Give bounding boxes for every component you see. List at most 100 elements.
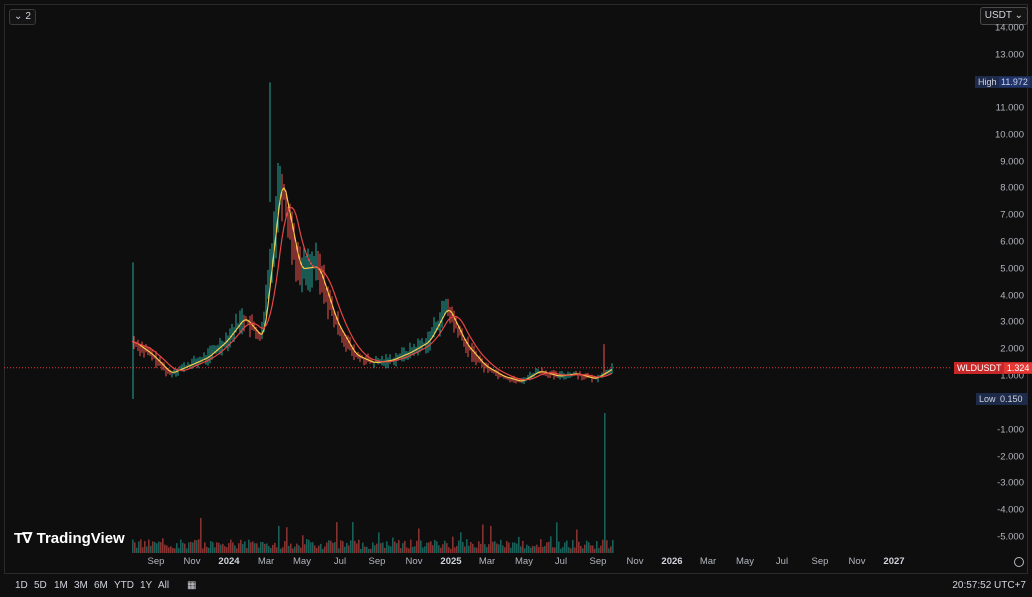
volume-bar (582, 548, 584, 553)
volume-bar (468, 545, 470, 553)
volume-bar (336, 522, 338, 553)
volume-bar (592, 545, 594, 553)
volume-bar (274, 542, 276, 553)
price-tick: -5.000 (997, 531, 1024, 543)
volume-bar (190, 541, 192, 553)
volume-bar (344, 546, 346, 553)
volume-bar (590, 545, 592, 553)
price-tick: 14.000 (994, 22, 1024, 34)
range-button-1y[interactable]: 1Y (140, 580, 152, 591)
range-button-ytd[interactable]: YTD (114, 580, 134, 591)
volume-bar (474, 547, 476, 553)
time-tick: 2027 (883, 556, 905, 567)
price-tick: 3.000 (1000, 316, 1024, 328)
volume-bar (482, 524, 484, 553)
volume-bar (346, 542, 348, 553)
calendar-icon[interactable]: ▦ (187, 580, 196, 591)
volume-bar (542, 546, 544, 553)
volume-bar (340, 540, 342, 553)
volume-bar (612, 539, 614, 553)
volume-bar (342, 541, 344, 553)
volume-bar (500, 539, 502, 553)
volume-bar (238, 543, 240, 553)
volume-bar (524, 548, 526, 553)
volume-bar (550, 536, 552, 553)
time-tick: 2024 (218, 556, 240, 567)
volume-bar (516, 543, 518, 553)
volume-bar (508, 542, 510, 553)
volume-bar (240, 539, 242, 553)
volume-bar (606, 540, 608, 553)
volume-bar (204, 542, 206, 553)
volume-bar (430, 541, 432, 553)
volume-bar (444, 540, 446, 553)
volume-bar (370, 548, 372, 553)
volume-bar (368, 548, 370, 553)
volume-bar (252, 541, 254, 553)
time-axis[interactable]: Sep Nov 2024 Mar May Jul Sep Nov 2025 Mar May Jul Se… (0, 556, 950, 570)
volume-bar (294, 546, 296, 553)
volume-bar (470, 542, 472, 553)
volume-bar (560, 548, 562, 553)
price-chart[interactable] (0, 0, 1032, 597)
volume-bar (412, 546, 414, 553)
volume-bar (164, 544, 166, 553)
time-tick: Mar (699, 556, 717, 567)
volume-bar (424, 546, 426, 553)
volume-bar (284, 541, 286, 553)
volume-bar (528, 545, 530, 553)
volume-bar (544, 546, 546, 553)
range-button-5d[interactable]: 5D (34, 580, 47, 591)
volume-bar (608, 548, 610, 553)
volume-bar (362, 542, 364, 553)
last-price: 1.324 (1003, 363, 1032, 373)
volume-bar (518, 536, 520, 553)
ma-fast-line (131, 186, 613, 382)
volume-bar (332, 542, 334, 553)
volume-bar (266, 543, 268, 553)
volume-bar (408, 548, 410, 553)
volume-bar (296, 543, 298, 553)
volume-bar (250, 542, 252, 553)
volume-bar (180, 539, 182, 553)
volume-bar (182, 542, 184, 553)
volume-bar (194, 539, 196, 553)
volume-bar (210, 540, 212, 553)
volume-bar (506, 541, 508, 553)
volume-bar (192, 542, 194, 553)
volume-bar (392, 537, 394, 553)
volume-bar (242, 543, 244, 553)
volume-bar (212, 542, 214, 553)
volume-bar (520, 546, 522, 553)
volume-bar (188, 542, 190, 553)
volume-bar (142, 547, 144, 553)
volume-bar (148, 539, 150, 553)
volume-bar (480, 543, 482, 553)
range-button-all[interactable]: All (158, 580, 169, 591)
volume-bar (326, 542, 328, 553)
volume-bar (610, 546, 612, 553)
bottom-toolbar: 20:57:52 UTC+7 1D 5D 1M 3M 6M YTD 1Y All ▦ (0, 577, 1032, 597)
low-label: Low (979, 394, 996, 404)
volume-bar (452, 536, 454, 553)
range-button-3m[interactable]: 3M (74, 580, 88, 591)
volume-bar (440, 547, 442, 553)
volume-bar (476, 547, 478, 553)
volume-bar (404, 540, 406, 553)
time-tick: 2025 (440, 556, 462, 567)
volume-bar (418, 528, 420, 553)
settings-icon[interactable] (1014, 557, 1024, 567)
range-button-1d[interactable]: 1D (15, 580, 28, 591)
range-button-6m[interactable]: 6M (94, 580, 108, 591)
price-tick: 7.000 (1000, 209, 1024, 221)
volume-bar (512, 542, 514, 553)
tradingview-icon: T∇ (14, 530, 33, 547)
volume-bar (316, 547, 318, 553)
range-button-1m[interactable]: 1M (54, 580, 68, 591)
volume-bar (472, 543, 474, 553)
volume-bar (380, 543, 382, 553)
volume-bar (558, 541, 560, 553)
volume-bar (234, 545, 236, 553)
volume-bar (448, 547, 450, 553)
indicators-toggle[interactable]: ⌄ 2 (9, 9, 36, 25)
